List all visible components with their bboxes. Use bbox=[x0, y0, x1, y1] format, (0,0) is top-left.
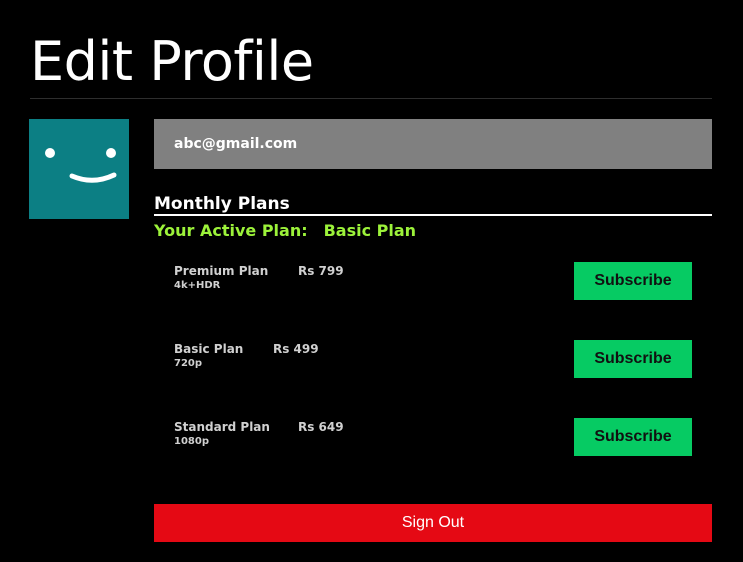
plan-quality: 720p bbox=[174, 358, 203, 369]
plans-heading: Monthly Plans bbox=[154, 194, 290, 214]
title-divider bbox=[30, 98, 712, 99]
subscribe-button-premium[interactable]: Subscribe bbox=[574, 262, 692, 300]
plan-row-standard: Standard Plan Rs 649 1080p Subscribe bbox=[174, 418, 692, 458]
active-plan-label: Your Active Plan: bbox=[154, 221, 308, 240]
plans-divider bbox=[154, 214, 712, 216]
plan-row-basic: Basic Plan Rs 499 720p Subscribe bbox=[174, 340, 692, 380]
sign-out-button[interactable]: Sign Out bbox=[154, 504, 712, 542]
email-field: abc@gmail.com bbox=[154, 119, 712, 169]
plan-name: Standard Plan bbox=[174, 420, 270, 434]
plan-name: Premium Plan bbox=[174, 264, 269, 278]
subscribe-button-basic[interactable]: Subscribe bbox=[574, 340, 692, 378]
plan-price: Rs 499 bbox=[273, 342, 319, 356]
plan-quality: 1080p bbox=[174, 436, 209, 447]
profile-avatar bbox=[29, 119, 129, 219]
active-plan-value: Basic Plan bbox=[323, 221, 417, 240]
plan-price: Rs 649 bbox=[298, 420, 344, 434]
smiley-face-icon bbox=[45, 148, 117, 183]
page-title: Edit Profile bbox=[30, 30, 314, 93]
plan-name: Basic Plan bbox=[174, 342, 244, 356]
plan-quality: 4k+HDR bbox=[174, 280, 221, 291]
active-plan-indicator: Your Active Plan: Basic Plan bbox=[154, 220, 416, 242]
subscribe-button-standard[interactable]: Subscribe bbox=[574, 418, 692, 456]
plan-row-premium: Premium Plan Rs 799 4k+HDR Subscribe bbox=[174, 262, 692, 302]
edit-profile-screen: Edit Profile abc@gmail.com Monthly Plans… bbox=[0, 0, 743, 562]
plan-price: Rs 799 bbox=[298, 264, 344, 278]
